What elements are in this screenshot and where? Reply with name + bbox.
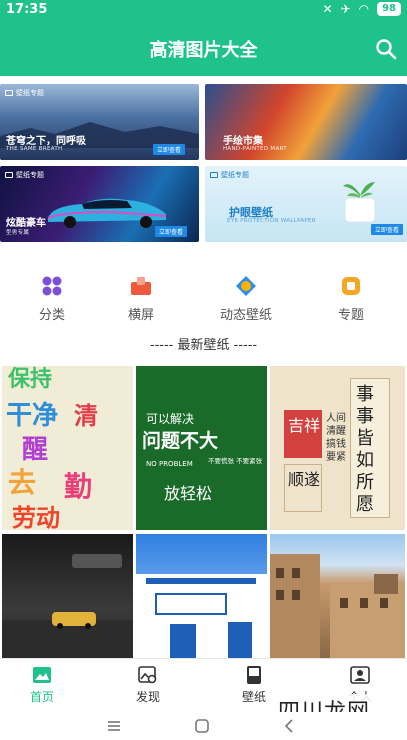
banner-tag: 壁纸专题 bbox=[5, 88, 44, 98]
app-screen: 17:35 ✕ ✈ ◠ 98 高清图片大全 壁纸专题 苍穹之下，同呼吸 THE … bbox=[0, 0, 407, 740]
category-label: 专题 bbox=[337, 308, 364, 323]
nav-item-home[interactable]: 首页 bbox=[12, 665, 72, 705]
wallpaper-tile[interactable] bbox=[270, 534, 405, 658]
landscape-icon bbox=[131, 277, 151, 295]
wallpaper-caption: 吉祥 bbox=[288, 416, 321, 435]
wallpaper-caption: NO PROBLEM bbox=[146, 460, 193, 468]
wallpaper-tile[interactable]: 可以解决 问题不大 NO PROBLEM 不要慌张 不要紧张 放轻松 bbox=[136, 366, 267, 530]
discover-icon bbox=[138, 666, 157, 684]
svg-text:保持: 保持 bbox=[7, 366, 52, 392]
menu-icon[interactable] bbox=[106, 718, 122, 734]
svg-text:劳动: 劳动 bbox=[12, 503, 60, 530]
santorini-art bbox=[136, 574, 267, 658]
nav-label: 发现 bbox=[135, 690, 160, 704]
status-time: 17:35 bbox=[6, 2, 48, 17]
banner-view-button[interactable]: 立即查看 bbox=[154, 226, 187, 237]
wallpaper-tile[interactable]: 保持 干净 清 醒 去 勤 劳动 bbox=[2, 366, 133, 530]
tag-icon bbox=[210, 172, 218, 178]
category-hengping[interactable]: 横屏 bbox=[101, 270, 181, 323]
tag-icon bbox=[5, 90, 13, 96]
page-title: 高清图片大全 bbox=[149, 40, 258, 61]
handwriting-art: 保持 干净 清 醒 去 勤 劳动 bbox=[6, 366, 98, 530]
grid-icon bbox=[42, 276, 62, 296]
banner-subtitle: 型男专属 bbox=[6, 230, 30, 236]
tag-icon bbox=[5, 172, 13, 178]
search-icon[interactable] bbox=[375, 38, 397, 60]
wallpaper-caption: 事事皆如所愿 bbox=[356, 384, 374, 515]
svg-text:干净: 干净 bbox=[6, 401, 58, 431]
mute-icon: ✕ bbox=[322, 2, 333, 16]
banner-title: 苍穹之下，同呼吸 bbox=[6, 136, 86, 147]
banner-view-button[interactable]: 立即查看 bbox=[152, 144, 185, 155]
banner-subtitle: EYE PROTECTION WALLPAPER bbox=[227, 218, 316, 224]
banner-subtitle: THE SAME BREATH bbox=[6, 146, 63, 152]
section-title: ----- 最新壁纸 ----- bbox=[149, 338, 258, 353]
category-zhuanti[interactable]: 专题 bbox=[311, 270, 391, 323]
back-icon[interactable] bbox=[282, 718, 298, 734]
paris-street-art bbox=[270, 554, 405, 658]
wallpaper-tile[interactable] bbox=[2, 534, 133, 658]
wallpaper-caption: 人间清醒搞钱要紧 bbox=[326, 413, 346, 463]
banner-subtitle: HAND-PAINTED MART bbox=[223, 146, 287, 152]
banner-hand-painted[interactable]: 手绘市集 HAND-PAINTED MART bbox=[205, 84, 407, 160]
svg-text:清: 清 bbox=[74, 401, 98, 430]
system-nav-bar bbox=[0, 712, 407, 740]
wallpaper-caption: 不要慌张 不要紧张 bbox=[208, 457, 263, 465]
category-label: 横屏 bbox=[127, 308, 154, 323]
category-label: 分类 bbox=[38, 308, 65, 323]
night-street-art bbox=[2, 554, 133, 658]
wifi-icon: ◠ bbox=[358, 2, 370, 16]
wallpaper-tile[interactable]: 事事皆如所愿 吉祥 顺遂 人间清醒搞钱要紧 bbox=[270, 366, 405, 530]
wallpaper-icon bbox=[247, 666, 261, 684]
wallpaper-caption: 放轻松 bbox=[164, 484, 213, 503]
banner-cool-cars[interactable]: 壁纸专题 炫酷豪车 型男专属 立即查看 bbox=[0, 166, 199, 242]
banner-tag: 壁纸专题 bbox=[210, 170, 249, 180]
app-header: 高清图片大全 bbox=[0, 20, 407, 76]
status-icons: ✕ ✈ ◠ 98 bbox=[322, 2, 401, 16]
svg-text:去: 去 bbox=[8, 466, 36, 499]
banner-title: 炫酷豪车 bbox=[6, 218, 46, 229]
nav-label: 壁纸 bbox=[241, 690, 266, 704]
banner-view-button[interactable]: 立即查看 bbox=[370, 224, 403, 235]
person-icon bbox=[350, 666, 370, 684]
wallpaper-tile[interactable] bbox=[136, 534, 267, 658]
nav-label: 首页 bbox=[29, 690, 54, 704]
category-dongtai[interactable]: 动态壁纸 bbox=[206, 270, 286, 323]
wallpaper-caption: 顺遂 bbox=[288, 470, 321, 489]
nav-item-wallpaper[interactable]: 壁纸 bbox=[224, 665, 284, 705]
banner-breath[interactable]: 壁纸专题 苍穹之下，同呼吸 THE SAME BREATH 立即查看 bbox=[0, 84, 199, 160]
category-label: 动态壁纸 bbox=[219, 308, 272, 323]
plant-illustration bbox=[343, 182, 376, 223]
banner-title: 手绘市集 bbox=[223, 136, 263, 147]
animated-icon bbox=[236, 276, 256, 296]
banner-tag: 壁纸专题 bbox=[5, 170, 44, 180]
nav-item-discover[interactable]: 发现 bbox=[118, 665, 178, 705]
status-bar: 17:35 ✕ ✈ ◠ 98 bbox=[0, 0, 407, 20]
image-icon bbox=[33, 667, 51, 683]
home-icon[interactable] bbox=[194, 718, 210, 734]
car-illustration bbox=[47, 198, 167, 228]
battery-indicator: 98 bbox=[377, 2, 401, 16]
svg-text:勤: 勤 bbox=[64, 470, 92, 503]
topic-icon bbox=[342, 277, 360, 295]
wallpaper-caption: 可以解决 bbox=[146, 412, 195, 426]
svg-text:醒: 醒 bbox=[22, 435, 48, 465]
airplane-icon: ✈ bbox=[340, 2, 351, 16]
wallpaper-caption: 问题不大 bbox=[142, 430, 219, 452]
category-fenlei[interactable]: 分类 bbox=[12, 270, 92, 323]
